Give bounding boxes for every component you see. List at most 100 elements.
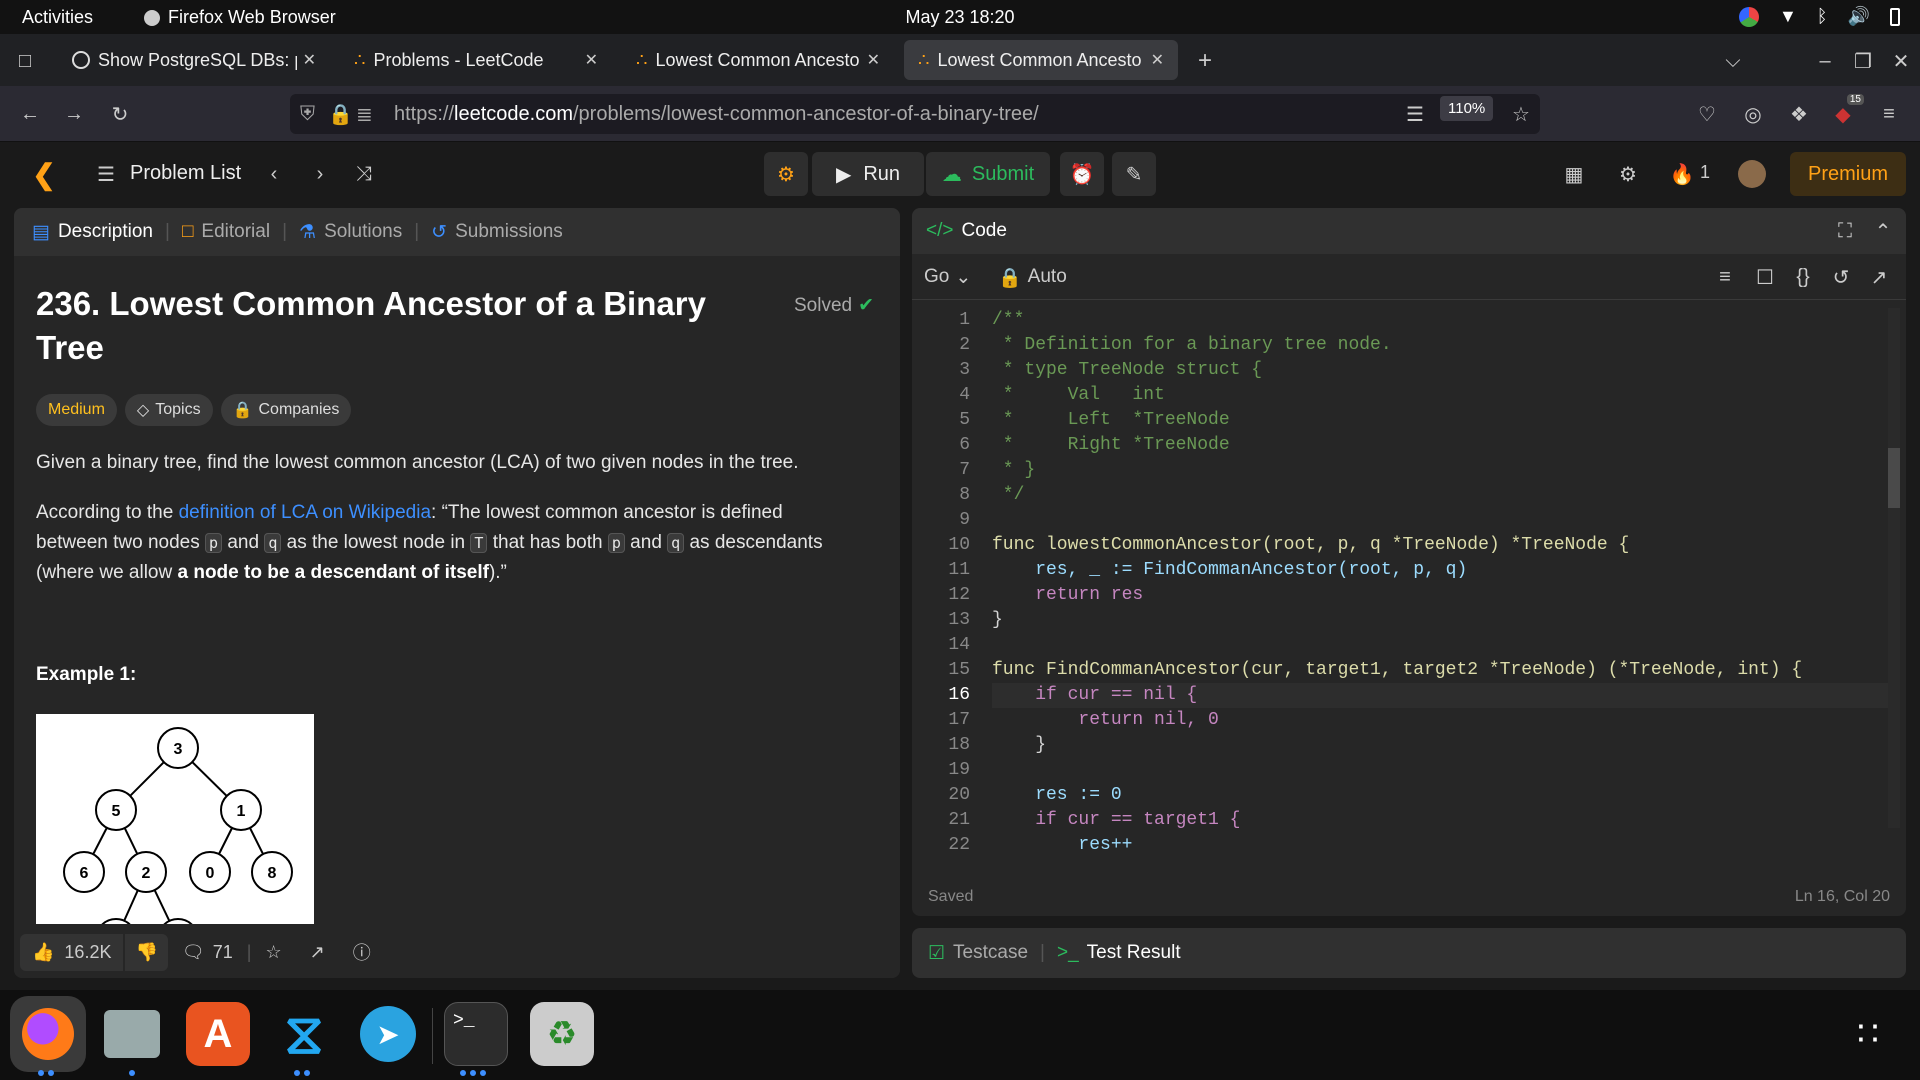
url-field[interactable]: ⛨ 🔒 ≣ https://leetcode.com/problems/lowe… — [290, 94, 1540, 134]
chrome-icon[interactable] — [1738, 6, 1759, 27]
next-problem-icon[interactable]: › — [306, 160, 334, 188]
expand-icon[interactable]: ↗ — [1866, 264, 1892, 290]
app-menu[interactable]: Firefox Web Browser — [144, 7, 336, 28]
pocket-icon[interactable]: ♡ — [1692, 98, 1722, 130]
collapse-icon[interactable]: ⌃ — [1870, 218, 1896, 244]
prev-problem-icon[interactable]: ‹ — [260, 160, 288, 188]
code-line: res, _ := FindCommanAncestor(root, p, q) — [992, 560, 1468, 580]
tab-test-result[interactable]: >_ Test Result — [1057, 942, 1181, 964]
title-line-1: 236. Lowest Common Ancestor of a Binary — [36, 285, 706, 322]
wikipedia-link[interactable]: definition of LCA on Wikipedia — [179, 502, 431, 523]
close-tab-icon[interactable]: ✕ — [1151, 50, 1164, 70]
firefox-dock-icon[interactable] — [10, 996, 86, 1072]
like-button[interactable]: 👍 16.2K — [20, 933, 124, 971]
account-icon[interactable]: ◎ — [1738, 98, 1768, 130]
topics-chip[interactable]: ◇ Topics — [124, 394, 213, 426]
difficulty-badge: Medium — [36, 394, 117, 426]
problem-list-icon[interactable]: ☰ — [92, 160, 120, 188]
back-icon[interactable]: ← — [14, 98, 46, 130]
format-icon[interactable]: ≡ — [1712, 264, 1738, 290]
extensions-icon[interactable]: ❖ — [1784, 98, 1814, 130]
ublock-icon[interactable]: ◆ 15 — [1828, 94, 1864, 130]
tab-lca-1[interactable]: ∴ Lowest Common Ancesto ✕ — [622, 40, 894, 80]
help-icon[interactable]: ⓘ — [353, 939, 371, 965]
app-center-dock-icon[interactable]: A — [186, 1002, 250, 1066]
layout-icon[interactable]: ▦ — [1558, 158, 1590, 190]
reload-icon[interactable]: ↻ — [104, 98, 136, 130]
bookmark-icon[interactable]: ☐ — [1752, 264, 1778, 290]
activities-button[interactable]: Activities — [22, 7, 93, 28]
language-select[interactable]: Go ⌄ — [924, 266, 971, 289]
streak-fire-icon[interactable]: 🔥 — [1666, 158, 1698, 190]
code-line: } — [992, 735, 1047, 755]
favorite-star-icon[interactable]: ☆ — [265, 942, 281, 963]
tab-solutions[interactable]: ⚗ Solutions — [299, 221, 402, 244]
restore-icon[interactable]: ❐ — [1848, 46, 1878, 76]
settings-gear-icon[interactable]: ⚙ — [1612, 158, 1644, 190]
tab-problems[interactable]: ∴ Problems - LeetCode ✕ — [340, 40, 612, 80]
reset-icon[interactable]: ↺ — [1828, 264, 1854, 290]
close-window-icon[interactable]: ✕ — [1886, 46, 1916, 76]
system-tray[interactable]: ▼ ᛒ 🔊 — [1738, 6, 1900, 27]
line-number: 21 — [948, 810, 970, 830]
submit-button[interactable]: ☁ Submit — [926, 152, 1050, 196]
code-editor[interactable]: 1 2 3 4 5 6 7 8 9 10 11 12 13 14 15 16 1… — [912, 308, 1906, 855]
tree-diagram: 3 5 1 6 2 0 8 — [63, 727, 293, 924]
url-path: /problems/lowest-common-ancestor-of-a-bi… — [573, 102, 1039, 125]
tab-overview-icon[interactable]: □ — [10, 46, 40, 76]
dislike-button[interactable]: 👎 — [125, 933, 168, 971]
auto-mode[interactable]: 🔒 Auto — [998, 266, 1067, 290]
scrollbar-thumb[interactable] — [1888, 448, 1900, 508]
terminal-dock-icon[interactable]: >_ — [444, 1002, 508, 1066]
fullscreen-icon[interactable]: ⛶ — [1832, 218, 1858, 244]
tab-editorial[interactable]: □ Editorial — [182, 221, 270, 243]
example-tree-image: 3 5 1 6 2 0 8 — [36, 714, 314, 924]
debug-icon[interactable]: ⚙ — [764, 152, 808, 196]
vscode-dock-icon[interactable]: ⧖ — [272, 1002, 336, 1066]
zoom-level[interactable]: 110% — [1440, 96, 1494, 121]
close-tab-icon[interactable]: ✕ — [867, 50, 880, 70]
new-tab-icon[interactable]: + — [1190, 46, 1220, 76]
notes-icon[interactable]: ✎ — [1112, 152, 1156, 196]
avatar[interactable] — [1738, 160, 1766, 188]
trash-dock-icon[interactable]: ♻ — [530, 1002, 594, 1066]
shuffle-icon[interactable]: ⤨ — [350, 160, 378, 188]
tab-label: Show PostgreSQL DBs: p — [98, 49, 297, 70]
close-tab-icon[interactable]: ✕ — [303, 50, 316, 70]
line-number: 17 — [948, 710, 970, 730]
chevron-down-icon: ⌄ — [955, 267, 972, 288]
tab-description[interactable]: ▤ Description — [32, 221, 153, 244]
editor-scrollbar[interactable] — [1888, 308, 1900, 828]
comment-button[interactable]: 🗨 71 — [182, 942, 233, 963]
tag-icon: ◇ — [136, 402, 150, 419]
reader-view-icon[interactable]: ☰ — [1400, 98, 1430, 130]
tab-testcase[interactable]: ☑ Testcase — [928, 942, 1028, 965]
run-button[interactable]: ▶ Run — [812, 152, 924, 196]
telegram-dock-icon[interactable]: ➤ — [356, 1002, 420, 1066]
braces-icon[interactable]: {} — [1790, 264, 1816, 290]
code-line: if cur == target1 { — [992, 810, 1241, 830]
minimize-icon[interactable]: – — [1810, 46, 1840, 76]
close-tab-icon[interactable]: ✕ — [585, 50, 598, 70]
permissions-icon[interactable]: ≣ — [356, 102, 394, 127]
bookmark-star-icon[interactable]: ☆ — [1506, 98, 1536, 130]
streak-count: 1 — [1700, 162, 1711, 182]
tab-lca-2[interactable]: ∴ Lowest Common Ancesto ✕ — [904, 40, 1178, 80]
battery-icon — [1890, 7, 1900, 26]
premium-button[interactable]: Premium — [1790, 152, 1906, 196]
lock-icon[interactable]: 🔒 — [328, 102, 356, 127]
line-number: 19 — [948, 760, 970, 780]
tab-postgres[interactable]: Show PostgreSQL DBs: p ✕ — [58, 40, 330, 80]
list-tabs-icon[interactable]: ⌵ — [1718, 46, 1748, 76]
companies-chip[interactable]: 🔒 Companies — [220, 394, 352, 426]
app-grid-icon[interactable]: ∷ — [1836, 1002, 1900, 1066]
tab-submissions[interactable]: ↺ Submissions — [431, 221, 563, 244]
shield-icon[interactable]: ⛨ — [300, 103, 328, 126]
leetcode-logo-icon[interactable]: ❮ — [26, 156, 62, 192]
files-dock-icon[interactable] — [100, 1002, 164, 1066]
share-icon[interactable]: ↗ — [310, 942, 325, 963]
menu-icon[interactable]: ≡ — [1874, 98, 1904, 130]
timer-icon[interactable]: ⏰ — [1060, 152, 1104, 196]
forward-icon[interactable]: → — [58, 98, 90, 130]
problem-list-link[interactable]: Problem List — [130, 162, 241, 185]
